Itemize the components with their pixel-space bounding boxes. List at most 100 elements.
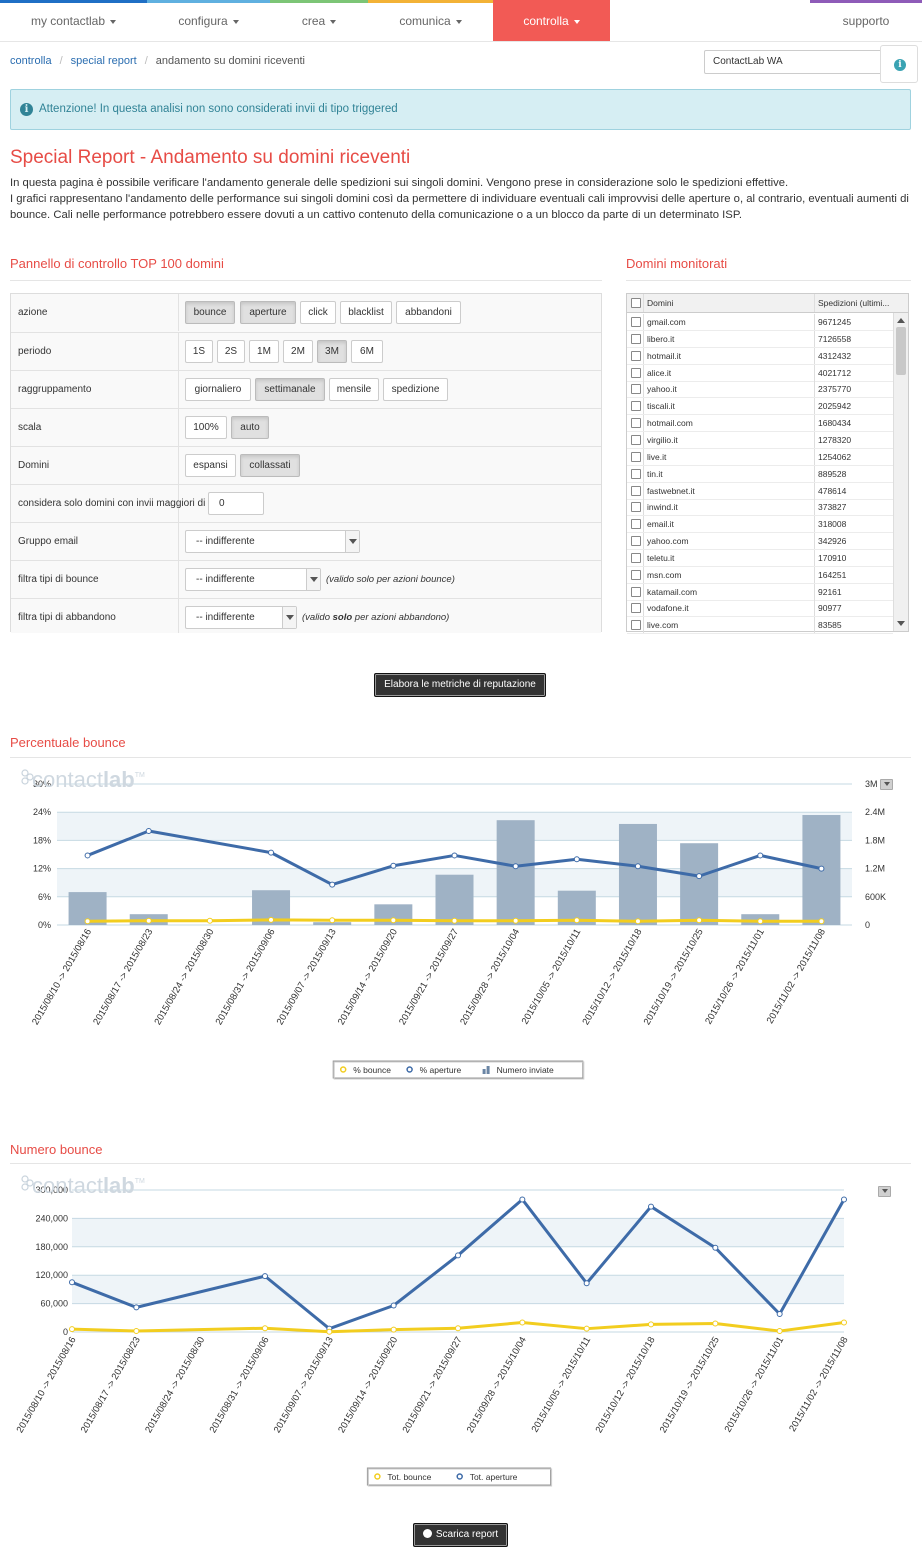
group-spedizione-button[interactable]: spedizione [383,378,448,401]
y-right-tick-label: 2.4M [865,807,885,817]
action-bounce-button[interactable]: bounce [185,301,235,324]
domain-name: vodafone.it [647,603,689,614]
y-right-tick-label: 0 [865,920,870,930]
nav-configura[interactable]: configura [147,0,270,41]
breadcrumb-link-controlla[interactable]: controlla [10,55,52,67]
note-text: (valido [302,612,333,623]
series-bounce-point [206,917,213,924]
action-click-button[interactable]: click [300,301,336,324]
download-icon[interactable] [878,1186,891,1197]
period-2s-button[interactable]: 2S [217,340,245,363]
action-aperture-button[interactable]: aperture [240,301,296,324]
domain-checkbox[interactable] [631,552,641,563]
domain-checkbox[interactable] [631,384,641,395]
x-tick-label: 2015/08/24 -> 2015/08/30 [152,927,216,1027]
domain-checkbox[interactable] [631,367,641,378]
period-2m-button[interactable]: 2M [283,340,313,363]
y-left-tick-label: 60,000 [40,1299,68,1309]
domain-checkbox[interactable] [631,434,641,445]
header-domini[interactable]: Domini [647,294,673,313]
domain-checkbox[interactable] [631,620,641,631]
account-select[interactable]: ContactLab WA [704,50,882,74]
group-settimanale-button[interactable]: settimanale [255,378,325,401]
domain-checkbox[interactable] [631,401,641,412]
series-tot-bounce-point [390,1326,397,1333]
column-separator [814,533,815,550]
period-3m-button[interactable]: 3M [317,340,347,363]
domain-row[interactable]: teletu.it 170910 [627,549,893,567]
watermark-logo-dot [21,777,29,785]
domain-row[interactable]: gmail.com 9671245 [627,314,893,331]
nav-supporto[interactable]: supporto [810,0,922,41]
header-spedizioni[interactable]: Spedizioni (ultimi... [818,294,889,313]
domain-row[interactable]: libero.it 7126558 [627,330,893,348]
info-button[interactable]: i [880,45,918,83]
x-tick-label: 2015/09/14 -> 2015/09/20 [336,1335,400,1435]
scale-auto-button[interactable]: auto [231,416,269,439]
domains-scrollbar[interactable] [893,313,908,631]
group-mensile-button[interactable]: mensile [329,378,379,401]
action-blacklist-button[interactable]: blacklist [340,301,392,324]
column-separator [643,381,644,398]
row-domini: Domini espansi collassati [11,446,601,484]
group-giornaliero-button[interactable]: giornaliero [185,378,251,401]
domain-row[interactable]: yahoo.com 342926 [627,533,893,551]
period-1m-button[interactable]: 1M [249,340,279,363]
domain-row[interactable]: live.it 1254062 [627,448,893,466]
domain-checkbox[interactable] [631,569,641,580]
scarica-report-button[interactable]: Scarica report [413,1523,508,1547]
domain-checkbox[interactable] [631,586,641,597]
tipi-abbandono-select[interactable]: -- indifferente [185,606,297,629]
domain-row[interactable]: virgilio.it 1278320 [627,431,893,449]
domain-checkbox[interactable] [631,502,641,513]
column-separator [643,398,644,415]
scroll-down-icon[interactable] [897,621,905,626]
nav-controlla[interactable]: controlla [493,0,610,41]
domain-row[interactable]: vodafone.it 90977 [627,600,893,618]
nav-label: controlla [523,14,569,28]
page-intro: In questa pagina è possibile verificare … [10,175,910,223]
nav-crea[interactable]: crea [270,0,368,41]
period-6m-button[interactable]: 6M [351,340,383,363]
domain-checkbox[interactable] [631,603,641,614]
select-all-checkbox[interactable] [631,298,641,308]
domain-row[interactable]: hotmail.com 1680434 [627,415,893,433]
domain-row[interactable]: fastwebnet.it 478614 [627,482,893,500]
domain-checkbox[interactable] [631,485,641,496]
domain-row[interactable]: email.it 318008 [627,516,893,534]
domain-checkbox[interactable] [631,333,641,344]
domain-row[interactable]: tin.it 889528 [627,465,893,483]
tipi-bounce-select[interactable]: -- indifferente [185,568,321,591]
x-tick-label: 2015/10/26 -> 2015/11/01 [703,927,767,1026]
domain-row[interactable]: tiscali.it 2025942 [627,398,893,416]
min-invii-input[interactable]: 0 [208,492,264,515]
scale-100-button[interactable]: 100% [185,416,227,439]
legend-label: Numero inviate [497,1065,554,1075]
domain-checkbox[interactable] [631,451,641,462]
domain-checkbox[interactable] [631,418,641,429]
domain-row[interactable]: inwind.it 373827 [627,499,893,517]
domain-row[interactable]: msn.com 164251 [627,566,893,584]
domain-checkbox[interactable] [631,536,641,547]
domain-checkbox[interactable] [631,350,641,361]
domain-row[interactable]: hotmail.it 4312432 [627,347,893,365]
domain-row[interactable]: alice.it 4021712 [627,364,893,382]
scroll-up-icon[interactable] [897,318,905,323]
domains-collassati-button[interactable]: collassati [240,454,300,477]
action-abbandoni-button[interactable]: abbandoni [396,301,461,324]
download-icon[interactable] [880,779,893,790]
nav-my-contactlab[interactable]: my contactlab [0,0,147,41]
period-1s-button[interactable]: 1S [185,340,213,363]
domains-espansi-button[interactable]: espansi [185,454,236,477]
scroll-thumb[interactable] [896,327,906,375]
gruppo-email-select[interactable]: -- indifferente [185,530,360,553]
elabora-metriche-button[interactable]: Elabora le metriche di reputazione [374,673,546,697]
domain-checkbox[interactable] [631,317,641,327]
nav-comunica[interactable]: comunica [368,0,493,41]
domain-checkbox[interactable] [631,519,641,530]
domain-row[interactable]: katamail.com 92161 [627,583,893,601]
breadcrumb-link-special-report[interactable]: special report [71,55,137,67]
domain-row[interactable]: live.com 83585 [627,617,893,635]
domain-row[interactable]: yahoo.it 2375770 [627,381,893,399]
domain-checkbox[interactable] [631,468,641,479]
